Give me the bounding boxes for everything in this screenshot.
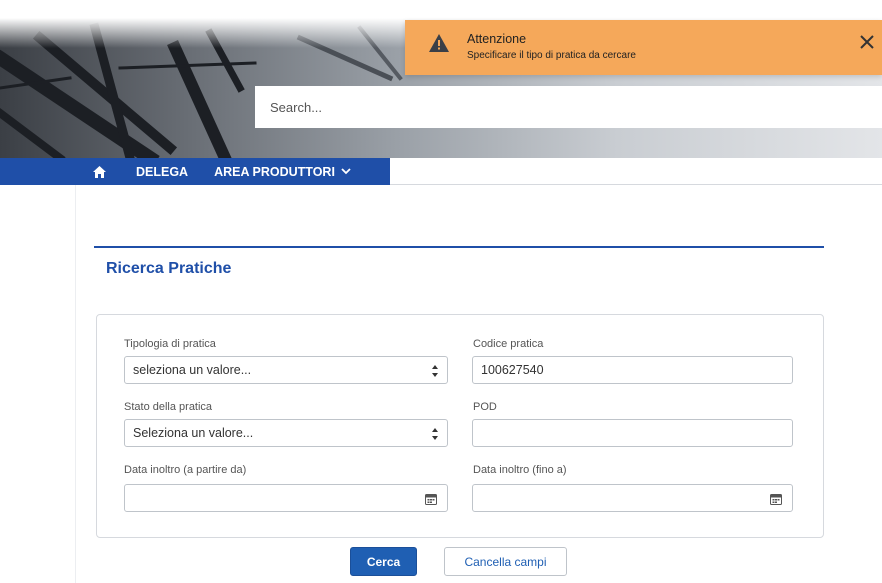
stato-value: Seleziona un valore... (133, 426, 254, 440)
stato-label: Stato della pratica (124, 401, 213, 413)
clear-fields-button[interactable]: Cancella campi (444, 547, 567, 576)
home-icon[interactable] (92, 165, 106, 179)
codice-input[interactable]: 100627540 (472, 356, 793, 384)
toast-message: Specificare il tipo di pratica da cercar… (467, 50, 636, 61)
tipologia-select[interactable]: seleziona un valore... (124, 356, 448, 384)
nav-item-label: AREA PRODUTTORI (214, 164, 335, 179)
select-arrows-icon (432, 428, 438, 440)
codice-label: Codice pratica (473, 338, 544, 350)
data-da-label: Data inoltro (a partire da) (124, 464, 247, 476)
close-icon[interactable] (857, 32, 877, 52)
nav-item-delega[interactable]: DELEGA (136, 165, 188, 179)
nav-item-area-produttori[interactable]: AREA PRODUTTORI (214, 165, 351, 179)
title-divider (94, 246, 824, 248)
left-gutter (75, 185, 76, 583)
toast-title: Attenzione (467, 32, 527, 46)
select-arrows-icon (432, 365, 438, 377)
stato-select[interactable]: Seleziona un valore... (124, 419, 448, 447)
search-input[interactable] (255, 86, 882, 128)
warning-toast: Attenzione Specificare il tipo di pratic… (405, 20, 882, 75)
nav-divider (390, 184, 882, 185)
codice-value: 100627540 (481, 363, 544, 377)
data-da-input[interactable] (124, 484, 448, 512)
page: DELEGA AREA PRODUTTORI Ricerca Pratiche … (0, 0, 882, 583)
chevron-down-icon (341, 168, 351, 175)
pod-label: POD (473, 401, 497, 413)
calendar-icon[interactable] (425, 493, 437, 505)
data-a-input[interactable] (472, 484, 793, 512)
search-button[interactable]: Cerca (350, 547, 417, 576)
main-nav: DELEGA AREA PRODUTTORI (0, 158, 390, 185)
tipologia-label: Tipologia di pratica (124, 338, 216, 350)
pod-input[interactable] (472, 419, 793, 447)
data-a-label: Data inoltro (fino a) (473, 464, 567, 476)
calendar-icon[interactable] (770, 493, 782, 505)
tipologia-value: seleziona un valore... (133, 363, 252, 377)
warning-icon (429, 34, 449, 52)
page-title: Ricerca Pratiche (106, 260, 232, 277)
